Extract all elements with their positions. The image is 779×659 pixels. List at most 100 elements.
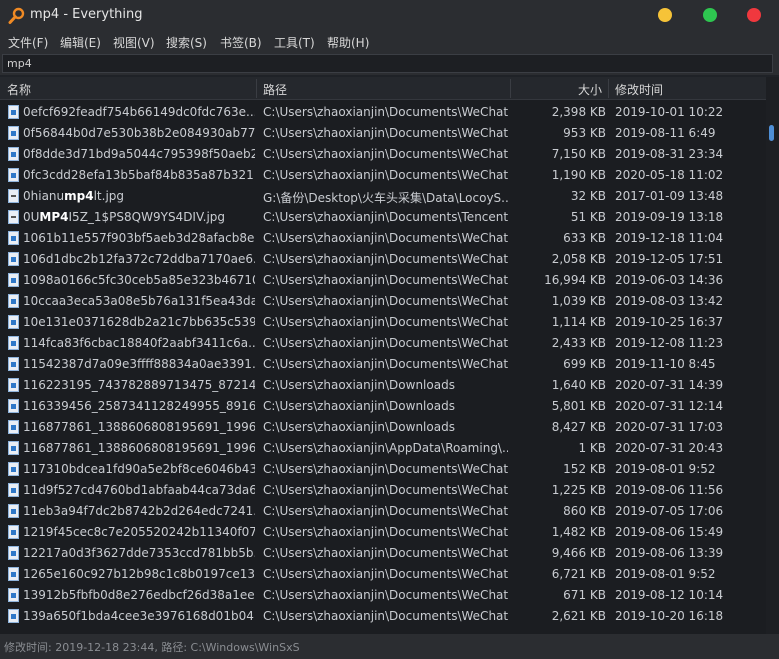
list-item[interactable]: 139a650f1bda4cee3e3976168d01b04... C:\Use…: [0, 606, 766, 627]
file-size: 1,640 KB: [551, 378, 606, 392]
list-item[interactable]: 0f56844b0d7e530b38b2e084930ab77... C:\Use…: [0, 123, 766, 144]
menu-file[interactable]: 文件(F): [8, 34, 48, 51]
file-name: 114fca83f6cbac18840f2aabf3411c6a....: [23, 336, 255, 350]
video-file-icon: [8, 105, 19, 119]
menu-edit[interactable]: 编辑(E): [60, 34, 101, 51]
close-button[interactable]: [747, 8, 761, 22]
file-size: 1,190 KB: [551, 168, 606, 182]
column-header-path[interactable]: 路径: [263, 81, 287, 98]
file-name: 10ccaa3eca53a08e5b76a131f5ea43da...: [23, 294, 255, 308]
vertical-scrollbar[interactable]: [766, 77, 779, 634]
video-file-icon: [8, 231, 19, 245]
column-header-size[interactable]: 大小: [578, 81, 602, 98]
video-file-icon: [8, 336, 19, 350]
column-header-date[interactable]: 修改时间: [615, 81, 663, 98]
list-item[interactable]: 13912b5fbfb0d8e276edbcf26d38a1ee... C:\Us…: [0, 585, 766, 606]
video-file-icon: [8, 609, 19, 623]
file-modified-date: 2019-08-31 23:34: [615, 147, 724, 161]
list-item[interactable]: 10ccaa3eca53a08e5b76a131f5ea43da... C:\Us…: [0, 291, 766, 312]
column-header-name[interactable]: 名称: [7, 81, 31, 98]
list-item[interactable]: 0hianump4lt.jpg G:\备份\Desktop\火车头采集\Data\…: [0, 186, 766, 207]
column-divider[interactable]: [608, 79, 609, 98]
list-item[interactable]: 0UMP4I5Z_1$PS8QW9YS4DIV.jpg C:\Users\zhao…: [0, 207, 766, 228]
video-file-icon: [8, 315, 19, 329]
rows-container: 0efcf692feadf754b66149dc0fdc763e.... C:\U…: [0, 102, 766, 627]
search-bar: [0, 52, 779, 75]
file-name: 10e131e0371628db2a21c7bb635c539...: [23, 315, 255, 329]
file-name: 0efcf692feadf754b66149dc0fdc763e....: [23, 105, 255, 119]
file-size: 7,150 KB: [551, 147, 606, 161]
list-item[interactable]: 12217a0d3f3627dde7353ccd781bb5b... C:\Use…: [0, 543, 766, 564]
file-name: 117310bdcea1fd90a5e2bf8ce6046b43...: [23, 462, 255, 476]
maximize-button[interactable]: [703, 8, 717, 22]
file-path: C:\Users\zhaoxianjin\AppData\Roaming\...: [263, 441, 508, 455]
file-size: 1 KB: [578, 441, 606, 455]
file-name-suffix: lt.jpg: [93, 189, 125, 203]
list-item[interactable]: 0f8dde3d71bd9a5044c795398f50aeb2... C:\Us…: [0, 144, 766, 165]
file-path: C:\Users\zhaoxianjin\Documents\WeChat...: [263, 525, 508, 539]
file-name-suffix: I5Z_1$PS8QW9YS4DIV.jpg: [68, 210, 226, 224]
list-item[interactable]: 116339456_2587341128249955_89160... C:\Us…: [0, 396, 766, 417]
status-text: 修改时间: 2019-12-18 23:44, 路径: C:\Windows\W…: [4, 641, 300, 654]
list-item[interactable]: 1219f45cec8c7e205520242b11340f07... C:\Us…: [0, 522, 766, 543]
file-modified-date: 2019-08-03 13:42: [615, 294, 724, 308]
list-item[interactable]: 11542387d7a09e3ffff88834a0ae3391.... C:\U…: [0, 354, 766, 375]
file-path: C:\Users\zhaoxianjin\Downloads: [263, 399, 455, 413]
search-input[interactable]: [2, 54, 773, 73]
column-divider[interactable]: [510, 79, 511, 98]
list-item[interactable]: 106d1dbc2b12fa372c72ddba7170ae6... C:\Use…: [0, 249, 766, 270]
list-item[interactable]: 116877861_1388606808195691_19963... C:\Us…: [0, 417, 766, 438]
file-name: 11eb3a94f7dc2b8742b2d264edc7241...: [23, 504, 255, 518]
list-item[interactable]: 116223195_743782889713475_872142... C:\Us…: [0, 375, 766, 396]
file-name: 1219f45cec8c7e205520242b11340f07...: [23, 525, 255, 539]
video-file-icon: [8, 294, 19, 308]
video-file-icon: [8, 420, 19, 434]
minimize-button[interactable]: [658, 8, 672, 22]
file-modified-date: 2019-12-18 11:04: [615, 231, 724, 245]
results-list[interactable]: 名称 路径 大小 修改时间 0efcf692feadf754b66149dc0f…: [0, 77, 766, 634]
title-bar: mp4 - Everything: [0, 0, 779, 31]
file-modified-date: 2019-09-19 13:18: [615, 210, 724, 224]
list-item[interactable]: 117310bdcea1fd90a5e2bf8ce6046b43... C:\Us…: [0, 459, 766, 480]
list-item[interactable]: 11eb3a94f7dc2b8742b2d264edc7241... C:\Use…: [0, 501, 766, 522]
menu-bookmarks[interactable]: 书签(B): [220, 34, 262, 51]
menu-tools[interactable]: 工具(T): [274, 34, 315, 51]
menu-help[interactable]: 帮助(H): [327, 34, 369, 51]
video-file-icon: [8, 504, 19, 518]
file-path: C:\Users\zhaoxianjin\Documents\WeChat...: [263, 504, 508, 518]
file-size: 9,466 KB: [551, 546, 606, 560]
scrollbar-thumb[interactable]: [769, 125, 774, 141]
menu-search[interactable]: 搜索(S): [166, 34, 207, 51]
file-size: 633 KB: [563, 231, 606, 245]
list-item[interactable]: 1098a0166c5fc30ceb5a85e323b46710.... C:\U…: [0, 270, 766, 291]
file-modified-date: 2019-08-01 9:52: [615, 567, 716, 581]
column-divider[interactable]: [256, 79, 257, 98]
file-name: 1098a0166c5fc30ceb5a85e323b46710....: [23, 273, 255, 287]
file-name: 1061b11e557f903bf5aeb3d28afacb8e....: [23, 231, 255, 245]
file-size: 5,801 KB: [551, 399, 606, 413]
file-name: 116339456_2587341128249955_89160...: [23, 399, 255, 413]
file-modified-date: 2020-07-31 17:03: [615, 420, 724, 434]
file-modified-date: 2019-11-10 8:45: [615, 357, 716, 371]
list-item[interactable]: 1061b11e557f903bf5aeb3d28afacb8e.... C:\U…: [0, 228, 766, 249]
list-item[interactable]: 116877861_1388606808195691_19963... C:\Us…: [0, 438, 766, 459]
list-item[interactable]: 114fca83f6cbac18840f2aabf3411c6a.... C:\U…: [0, 333, 766, 354]
file-path: C:\Users\zhaoxianjin\Documents\WeChat...: [263, 567, 508, 581]
list-item[interactable]: 10e131e0371628db2a21c7bb635c539... C:\Use…: [0, 312, 766, 333]
menu-view[interactable]: 视图(V): [113, 34, 155, 51]
file-path: C:\Users\zhaoxianjin\Documents\WeChat...: [263, 273, 508, 287]
list-item[interactable]: 11d9f527cd4760bd1abfaab44ca73da6... C:\Us…: [0, 480, 766, 501]
file-name: 13912b5fbfb0d8e276edbcf26d38a1ee...: [23, 588, 255, 602]
image-file-icon: [8, 189, 19, 203]
file-path: G:\备份\Desktop\火车头采集\Data\LocoyS...: [263, 191, 508, 205]
file-modified-date: 2020-07-31 14:39: [615, 378, 724, 392]
file-size: 2,621 KB: [551, 609, 606, 623]
list-item[interactable]: 1265e160c927b12b98c1c8b0197ce13c... C:\Us…: [0, 564, 766, 585]
column-header: 名称 路径 大小 修改时间: [0, 77, 766, 100]
file-name: 116877861_1388606808195691_19963...: [23, 441, 255, 455]
file-modified-date: 2019-12-05 17:51: [615, 252, 724, 266]
list-item[interactable]: 0efcf692feadf754b66149dc0fdc763e.... C:\U…: [0, 102, 766, 123]
list-item[interactable]: 0fc3cdd28efa13b5baf84b835a87b321.... C:\U…: [0, 165, 766, 186]
file-size: 152 KB: [563, 462, 606, 476]
search-match-highlight: mp4: [64, 189, 94, 203]
